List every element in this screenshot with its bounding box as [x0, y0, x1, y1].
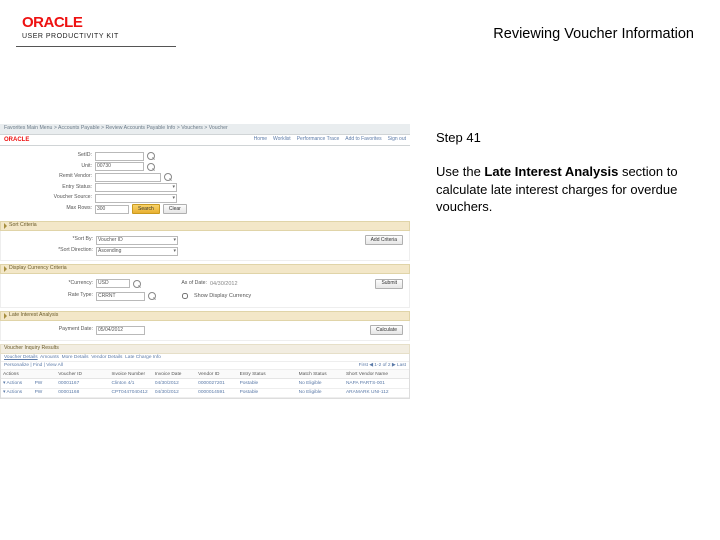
link-perf[interactable]: Performance Trace [297, 137, 340, 144]
clear-button[interactable]: Clear [163, 204, 187, 214]
col-actions: Actions [1, 370, 33, 378]
col-match-status: Match Status [297, 370, 344, 378]
chevron-down-icon: ▾ [172, 185, 175, 191]
label-payment-date: Payment Date: [31, 327, 93, 333]
col-invoice-date: Invoice Date [153, 370, 196, 378]
label-remit: Remit Vendor: [30, 174, 92, 180]
input-max-rows[interactable]: 300 [95, 205, 129, 214]
input-currency[interactable]: USD [96, 279, 130, 288]
link-fav[interactable]: Add to Favorites [345, 137, 381, 144]
instr-pre: Use the [436, 164, 484, 179]
results-table: Voucher Details Amounts More Details Ven… [0, 354, 410, 399]
results-header: Voucher Inquiry Results [0, 344, 410, 354]
calculate-button[interactable]: Calculate [370, 325, 403, 335]
col-invoice-num: Invoice Number [109, 370, 152, 378]
link-home[interactable]: Home [254, 137, 267, 144]
step-instruction: Use the Late Interest Analysis section t… [436, 163, 700, 216]
lookup-icon[interactable] [147, 163, 155, 171]
link-worklist[interactable]: Worklist [273, 137, 291, 144]
col-blank [33, 370, 57, 378]
lookup-icon[interactable] [164, 173, 172, 181]
col-entry-status: Entry Status [238, 370, 297, 378]
col-vendor-name: Short Vendor Name [344, 370, 409, 378]
value-asof: 04/30/2012 [210, 281, 238, 287]
select-sort-dir[interactable]: Ascending▾ [96, 247, 178, 256]
search-button[interactable]: Search [132, 204, 160, 214]
checkbox-show-currency[interactable] [182, 293, 188, 299]
lookup-icon[interactable] [147, 152, 155, 160]
header-rule [16, 46, 176, 47]
lookup-icon[interactable] [133, 280, 141, 288]
table-row[interactable]: ▾ Actions PW 00001168 CPT0447040412 04/3… [1, 389, 409, 398]
label-setid: SetID: [30, 153, 92, 159]
pager-nav[interactable]: First ◀ 1-2 of 2 ▶ Last [359, 363, 406, 368]
step-label: Step 41 [436, 130, 700, 145]
select-entry-status[interactable]: ▾ [95, 183, 177, 192]
label-asof: As of Date: [167, 281, 207, 287]
col-vendorid: Vendor ID [196, 370, 237, 378]
app-toplinks[interactable]: Home Worklist Performance Trace Add to F… [254, 137, 406, 144]
label-show-currency: Show Display Currency [194, 293, 251, 299]
label-status: Entry Status: [30, 185, 92, 191]
label-sortdir: *Sort Direction: [31, 248, 93, 254]
triangle-icon [4, 266, 7, 272]
input-setid[interactable] [95, 152, 144, 161]
lookup-icon[interactable] [148, 292, 156, 300]
triangle-icon [4, 223, 7, 229]
label-src: Voucher Source: [30, 195, 92, 201]
product-name: USER PRODUCTIVITY KIT [22, 33, 119, 40]
input-unit[interactable]: 00730 [95, 162, 144, 171]
section-sort-criteria[interactable]: Sort Criteria [0, 221, 410, 231]
breadcrumb: Favorites Main Menu > Accounts Payable >… [0, 124, 410, 135]
pager-links[interactable]: Personalize | Find | View All [4, 363, 63, 368]
triangle-icon [4, 313, 7, 319]
link-signout[interactable]: Sign out [388, 137, 406, 144]
select-voucher-source[interactable]: ▾ [95, 194, 177, 203]
page-title: Reviewing Voucher Information [493, 26, 694, 42]
input-payment-date[interactable]: 05/04/2012 [96, 326, 145, 335]
oracle-logo: ORACLE [22, 14, 119, 31]
label-unit: Unit: [30, 164, 92, 170]
label-currency: *Currency: [31, 281, 93, 287]
input-ratetype[interactable]: CRRNT [96, 292, 145, 301]
section-display-currency[interactable]: Display Currency Criteria [0, 264, 410, 274]
label-max: Max Rows: [30, 206, 92, 212]
label-ratetype: Rate Type: [31, 293, 93, 299]
input-remit[interactable] [95, 173, 161, 182]
results-tabs[interactable]: Voucher Details Amounts More Details Ven… [4, 355, 161, 360]
table-row[interactable]: ▾ Actions PW 00001167 Clinton 4/1 04/30/… [1, 379, 409, 388]
label-sortby: *Sort By: [31, 237, 93, 243]
chevron-down-icon: ▾ [172, 196, 175, 202]
select-sort-by[interactable]: Voucher ID▾ [96, 236, 178, 245]
add-criteria-button[interactable]: Add Criteria [365, 235, 403, 245]
instr-bold: Late Interest Analysis [484, 164, 618, 179]
app-logo: ORACLE [4, 137, 29, 144]
embedded-screenshot: Favorites Main Menu > Accounts Payable >… [0, 124, 410, 434]
section-late-interest[interactable]: Late Interest Analysis [0, 311, 410, 321]
col-voucherid: Voucher ID [56, 370, 109, 378]
submit-button[interactable]: Submit [375, 279, 403, 289]
